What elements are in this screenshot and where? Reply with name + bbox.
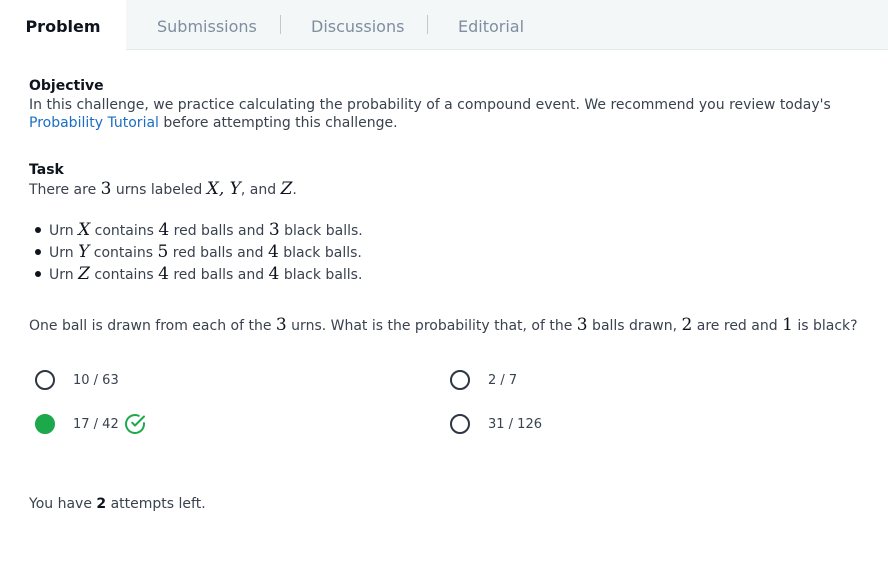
- option-label: 10 / 63: [73, 372, 119, 388]
- objective-heading: Objective: [29, 78, 104, 94]
- urn-text: black balls.: [279, 267, 363, 283]
- question-part: is black?: [792, 318, 858, 334]
- attempts-count: 2: [96, 496, 107, 512]
- task-intro-text: urns labeled: [111, 182, 207, 198]
- check-circle-icon: [124, 414, 145, 434]
- math-label-z: Z: [280, 179, 293, 199]
- bullet: [35, 271, 41, 277]
- objective-line1: In this challenge, we practice calculati…: [29, 97, 831, 113]
- math-labels: X, Y: [206, 179, 241, 199]
- math-black-count: 4: [267, 242, 279, 262]
- task-intro: There are 3 urns labeled X, Y, and Z.: [29, 180, 297, 199]
- urn-text: red balls and: [169, 223, 269, 239]
- math-red-count: 4: [158, 264, 169, 284]
- tab-discussions[interactable]: Discussions: [311, 0, 404, 50]
- list-item: Urn Y contains 5 red balls and 4 black b…: [29, 241, 363, 263]
- option-2-7[interactable]: 2 / 7: [450, 368, 517, 392]
- option-31-126[interactable]: 31 / 126: [450, 412, 542, 436]
- question-part: One ball is drawn from each of the: [29, 318, 276, 334]
- math-urn-name: X: [78, 220, 91, 240]
- question-part: balls drawn,: [587, 318, 682, 334]
- urn-list: Urn X contains 4 red balls and 3 black b…: [29, 219, 363, 285]
- urn-text: contains: [89, 267, 159, 283]
- urn-text: contains: [90, 223, 159, 239]
- tab-divider: [280, 15, 281, 34]
- bullet: [35, 227, 41, 233]
- radio-button[interactable]: [450, 414, 470, 434]
- list-item: Urn X contains 4 red balls and 3 black b…: [29, 219, 363, 241]
- math-number: 1: [782, 315, 793, 335]
- tab-problem[interactable]: Problem: [0, 0, 126, 50]
- urn-text: red balls and: [168, 267, 269, 283]
- option-label: 17 / 42: [73, 416, 119, 432]
- math-number: 2: [681, 315, 693, 335]
- urn-text: Urn: [49, 245, 79, 261]
- urn-text: red balls and: [168, 245, 268, 261]
- attempts-text: You have: [29, 496, 97, 512]
- question-text: One ball is drawn from each of the 3 urn…: [29, 316, 858, 335]
- math-black-count: 3: [268, 220, 280, 240]
- radio-button[interactable]: [35, 370, 55, 390]
- urn-text: Urn: [49, 223, 79, 239]
- option-label: 31 / 126: [488, 416, 542, 432]
- tab-bar: Problem Submissions Discussions Editoria…: [0, 0, 888, 50]
- urn-text: black balls.: [279, 223, 363, 239]
- list-item: Urn Z contains 4 red balls and 4 black b…: [29, 263, 363, 285]
- math-red-count: 5: [157, 242, 169, 262]
- task-intro-text: There are: [29, 182, 101, 198]
- probability-tutorial-link[interactable]: Probability Tutorial: [29, 115, 159, 131]
- math-urn-name: Z: [78, 264, 90, 284]
- attempts-left: You have 2 attempts left.: [29, 496, 206, 512]
- urn-text: black balls.: [278, 245, 362, 261]
- math-number: 3: [275, 315, 287, 335]
- tab-editorial[interactable]: Editorial: [458, 0, 524, 50]
- math-black-count: 4: [268, 264, 280, 284]
- option-10-63[interactable]: 10 / 63: [35, 368, 119, 392]
- math-red-count: 4: [158, 220, 170, 240]
- option-label: 2 / 7: [488, 372, 518, 388]
- task-intro-text: .: [292, 182, 297, 198]
- question-part: are red and: [692, 318, 783, 334]
- math-number: 3: [576, 315, 588, 335]
- tab-submissions[interactable]: Submissions: [157, 0, 257, 50]
- question-part: urns. What is the probability that, of t…: [286, 318, 577, 334]
- urn-text: contains: [89, 245, 158, 261]
- task-heading: Task: [29, 162, 64, 178]
- urn-text: Urn: [49, 267, 79, 283]
- math-urn-name: Y: [78, 242, 90, 262]
- attempts-text: attempts left.: [106, 496, 206, 512]
- math-urn-count: 3: [100, 179, 112, 199]
- radio-button[interactable]: [450, 370, 470, 390]
- radio-button-selected[interactable]: [35, 414, 55, 434]
- task-intro-text: , and: [240, 182, 281, 198]
- tab-divider: [427, 15, 428, 34]
- option-17-42[interactable]: 17 / 42: [35, 412, 147, 436]
- objective-text: In this challenge, we practice calculati…: [29, 96, 859, 132]
- bullet: [35, 249, 41, 255]
- objective-line2: before attempting this challenge.: [158, 115, 398, 131]
